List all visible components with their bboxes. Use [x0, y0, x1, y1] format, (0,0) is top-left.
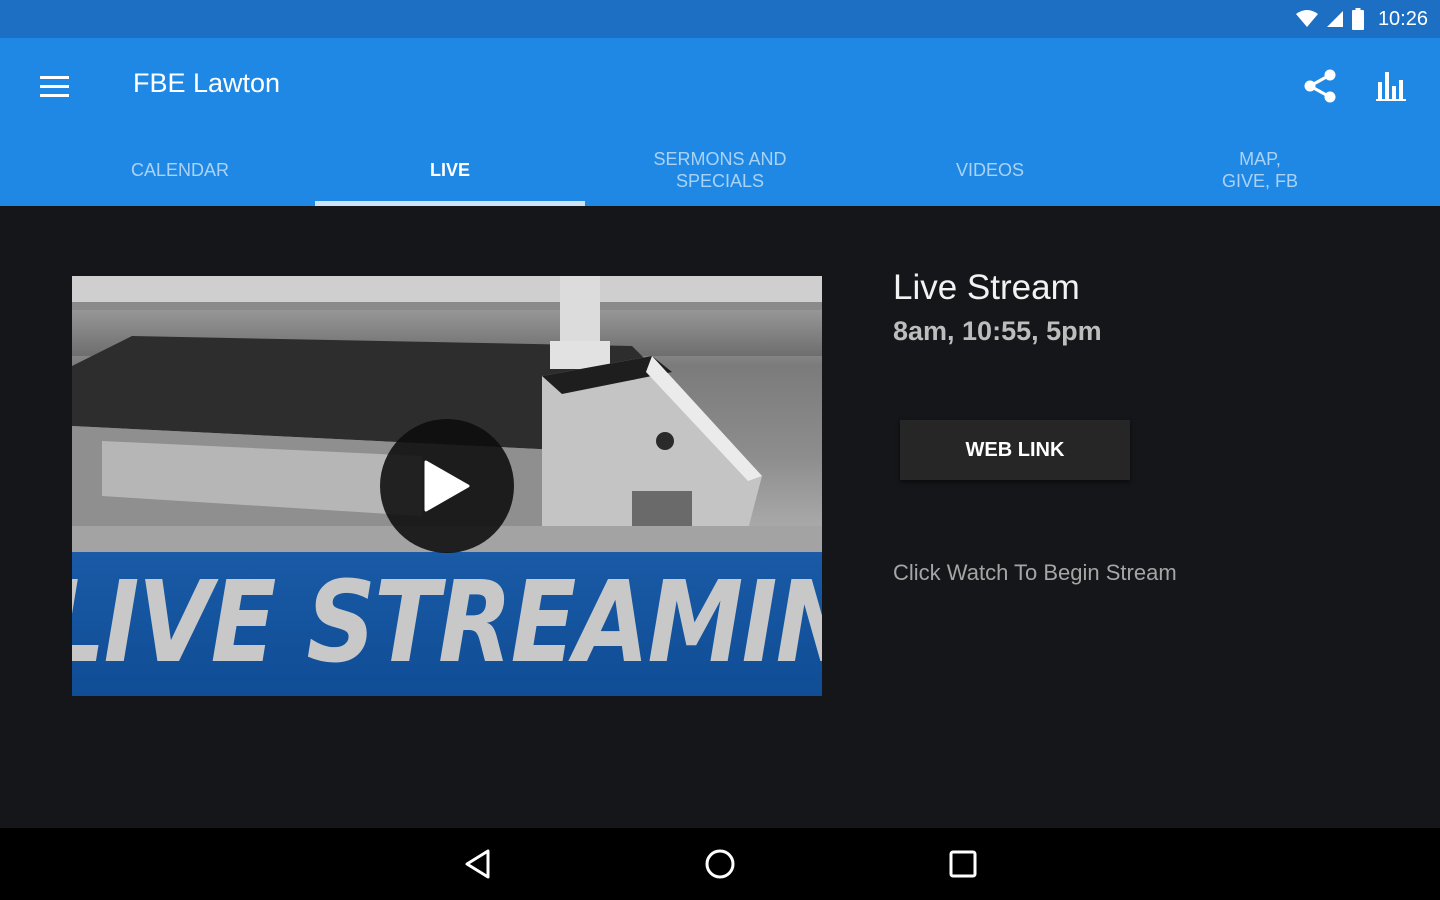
back-icon	[465, 849, 490, 879]
tab-calendar[interactable]: Calendar	[45, 134, 315, 206]
wifi-icon	[1295, 10, 1318, 27]
recents-button[interactable]	[933, 838, 993, 890]
back-button[interactable]	[448, 838, 508, 890]
status-bar: 10:26	[0, 0, 1440, 38]
live-content: LIVE STREAMING Live Stream 8am, 10:55, 5…	[0, 206, 1440, 828]
tab-sermons-and-specials[interactable]: Sermons and Specials	[585, 134, 855, 206]
app-title: FBE Lawton	[133, 68, 281, 98]
play-icon	[424, 460, 470, 512]
recents-icon	[949, 850, 977, 878]
live-stream-thumbnail[interactable]: LIVE STREAMING	[72, 276, 822, 696]
banner-text: LIVE STREAMING	[72, 558, 822, 688]
navigation-bar	[0, 828, 1440, 900]
home-icon	[705, 849, 735, 879]
tab-map-give-fb[interactable]: Map, Give, FB	[1125, 134, 1395, 206]
stats-button[interactable]	[1366, 60, 1418, 112]
cell-signal-icon	[1326, 11, 1343, 27]
home-button[interactable]	[690, 838, 750, 890]
toolbar: FBE Lawton	[0, 38, 1440, 134]
play-button[interactable]	[380, 419, 514, 553]
live-streaming-banner: LIVE STREAMING	[72, 552, 822, 696]
app-bar: FBE Lawton Calendar Live Sermons and Sp	[0, 38, 1440, 206]
tab-live[interactable]: Live	[315, 134, 585, 206]
share-icon	[1304, 69, 1336, 103]
stream-times: 8am, 10:55, 5pm	[893, 316, 1102, 346]
battery-icon	[1351, 8, 1364, 30]
bar-chart-icon	[1376, 72, 1406, 101]
stream-hint: Click Watch To Begin Stream	[893, 560, 1177, 585]
share-button[interactable]	[1294, 60, 1346, 112]
stream-title: Live Stream	[893, 268, 1080, 307]
status-clock: 10:26	[1377, 7, 1428, 30]
hamburger-menu-icon[interactable]	[24, 62, 84, 110]
web-link-button[interactable]: WEB LINK	[900, 420, 1130, 480]
tab-bar: Calendar Live Sermons and Specials Video…	[0, 134, 1440, 206]
tab-videos[interactable]: Videos	[855, 134, 1125, 206]
stream-info: Live Stream 8am, 10:55, 5pm	[893, 268, 1102, 347]
